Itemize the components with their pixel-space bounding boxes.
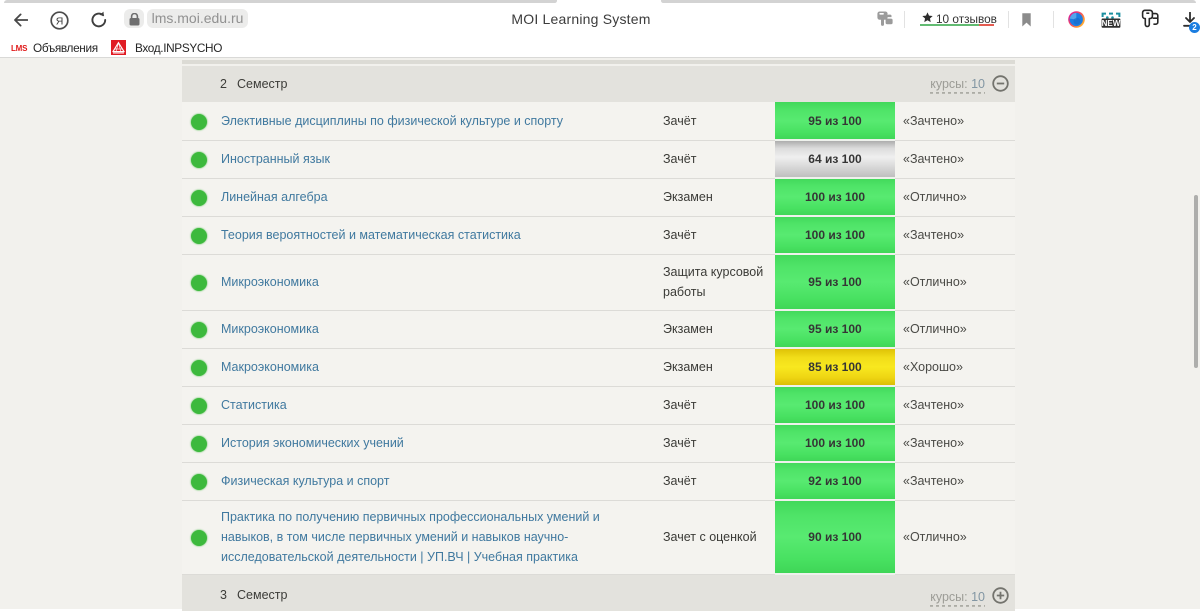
svg-text:NEW: NEW: [1102, 19, 1121, 28]
svg-text:Я: Я: [56, 15, 64, 27]
